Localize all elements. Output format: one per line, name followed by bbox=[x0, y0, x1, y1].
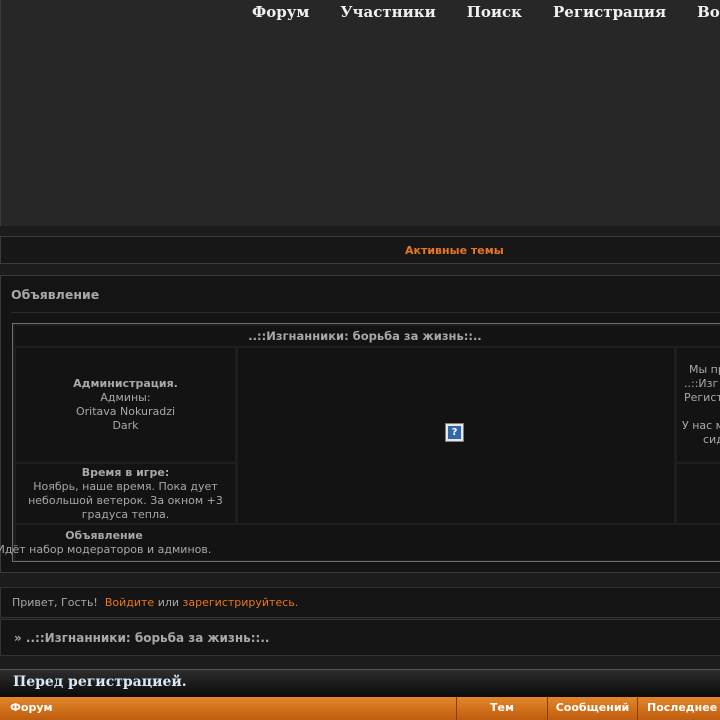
category-title[interactable]: Перед регистрацией. bbox=[13, 674, 187, 690]
top-navigation: Форум Участники Поиск Регистрация Войти bbox=[252, 3, 720, 21]
nav-register-link[interactable]: Регистрация bbox=[553, 3, 666, 21]
column-header-last-post: Последнее с bbox=[647, 701, 720, 714]
greeting-text: Привет, Гость! bbox=[12, 596, 98, 609]
bottom-announcement-cell: Объявление Идёт набор модераторов и адми… bbox=[0, 525, 720, 560]
breadcrumb-link[interactable]: » ..::Изгнанники: борьба за жизнь::.. bbox=[14, 631, 269, 645]
column-header-posts: Сообщений bbox=[548, 697, 638, 720]
announcement-title: Объявление bbox=[11, 287, 100, 302]
info-line: сид bbox=[703, 433, 720, 446]
admin-name: Dark bbox=[112, 419, 139, 432]
nav-members-link[interactable]: Участники bbox=[340, 3, 435, 21]
forum-name: ..::Изгнанники: борьба за жизнь::.. bbox=[248, 329, 482, 343]
or-text: или bbox=[157, 596, 180, 609]
column-header-topics: Тем bbox=[457, 697, 548, 720]
broken-image-icon: ? bbox=[445, 423, 464, 442]
center-image-cell: ? bbox=[238, 348, 674, 523]
nav-forum-link[interactable]: Форум bbox=[252, 3, 309, 21]
administration-cell: Администрация. Админы: Oritava Nokuradzi… bbox=[16, 348, 235, 462]
bottom-text: Идёт набор модераторов и админов. bbox=[0, 543, 212, 556]
divider bbox=[11, 312, 720, 313]
guest-greeting-bar: Привет, Гость! Войдите или зарегистрируй… bbox=[0, 587, 720, 618]
header-banner: Форум Участники Поиск Регистрация Войти bbox=[0, 0, 720, 226]
game-time-cell: Время в игре: Ноябрь, наше время. Пока д… bbox=[16, 464, 235, 523]
admins-label: Админы: bbox=[100, 391, 151, 404]
active-topics-link[interactable]: Активные темы bbox=[405, 244, 504, 257]
info-line: Мы пр bbox=[689, 363, 720, 376]
login-link[interactable]: Войдите bbox=[105, 596, 154, 609]
category-header: Перед регистрацией. bbox=[0, 669, 720, 697]
column-header-forum: Форум bbox=[0, 697, 457, 720]
announcement-table: ..::Изгнанники: борьба за жизнь::.. Адми… bbox=[0, 323, 720, 562]
info-line: У нас м bbox=[682, 419, 720, 432]
time-heading: Время в игре: bbox=[81, 466, 170, 479]
admin-name: Oritava Nokuradzi bbox=[75, 405, 176, 418]
forum-table-header: Форум Тем Сообщений Последнее с bbox=[0, 697, 720, 720]
bottom-heading: Объявление bbox=[65, 529, 143, 542]
empty-cell bbox=[677, 464, 720, 523]
info-line: ..::Изг bbox=[684, 377, 719, 390]
info-line: Регист bbox=[684, 391, 720, 404]
register-link[interactable]: зарегистрируйтесь. bbox=[183, 596, 299, 609]
nav-login-link[interactable]: Войти bbox=[697, 3, 720, 21]
info-cell: Мы пр ..::Изг Регист У нас м сид bbox=[677, 348, 720, 462]
admin-heading: Администрация. bbox=[73, 377, 178, 390]
forum-name-row: ..::Изгнанники: борьба за жизнь::.. bbox=[15, 326, 720, 346]
active-topics-bar: Активные темы bbox=[0, 236, 720, 264]
nav-search-link[interactable]: Поиск bbox=[467, 3, 522, 21]
breadcrumb: » ..::Изгнанники: борьба за жизнь::.. bbox=[0, 619, 720, 656]
time-text: Ноябрь, наше время. Пока дует небольшой … bbox=[28, 480, 223, 521]
